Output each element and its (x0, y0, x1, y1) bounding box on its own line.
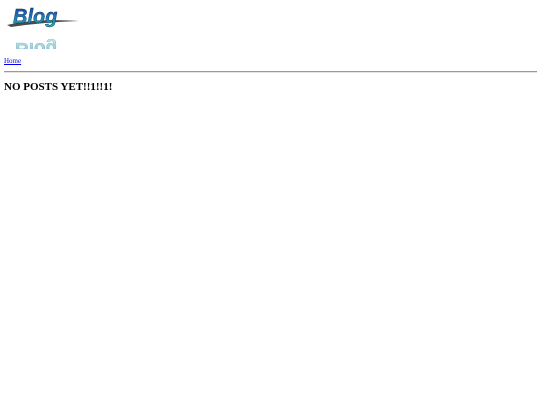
nav-bar: Home (4, 57, 21, 66)
page: Blog Blog Home NO POSTS YET!!1!!1! (0, 0, 540, 405)
logo-text: Blog (13, 6, 57, 28)
logo-reflection-text: Blog (15, 38, 57, 49)
divider (4, 71, 537, 73)
blog-logo: Blog Blog (7, 6, 79, 49)
home-link[interactable]: Home (4, 57, 21, 65)
empty-state-heading: NO POSTS YET!!1!!1! (4, 81, 113, 93)
